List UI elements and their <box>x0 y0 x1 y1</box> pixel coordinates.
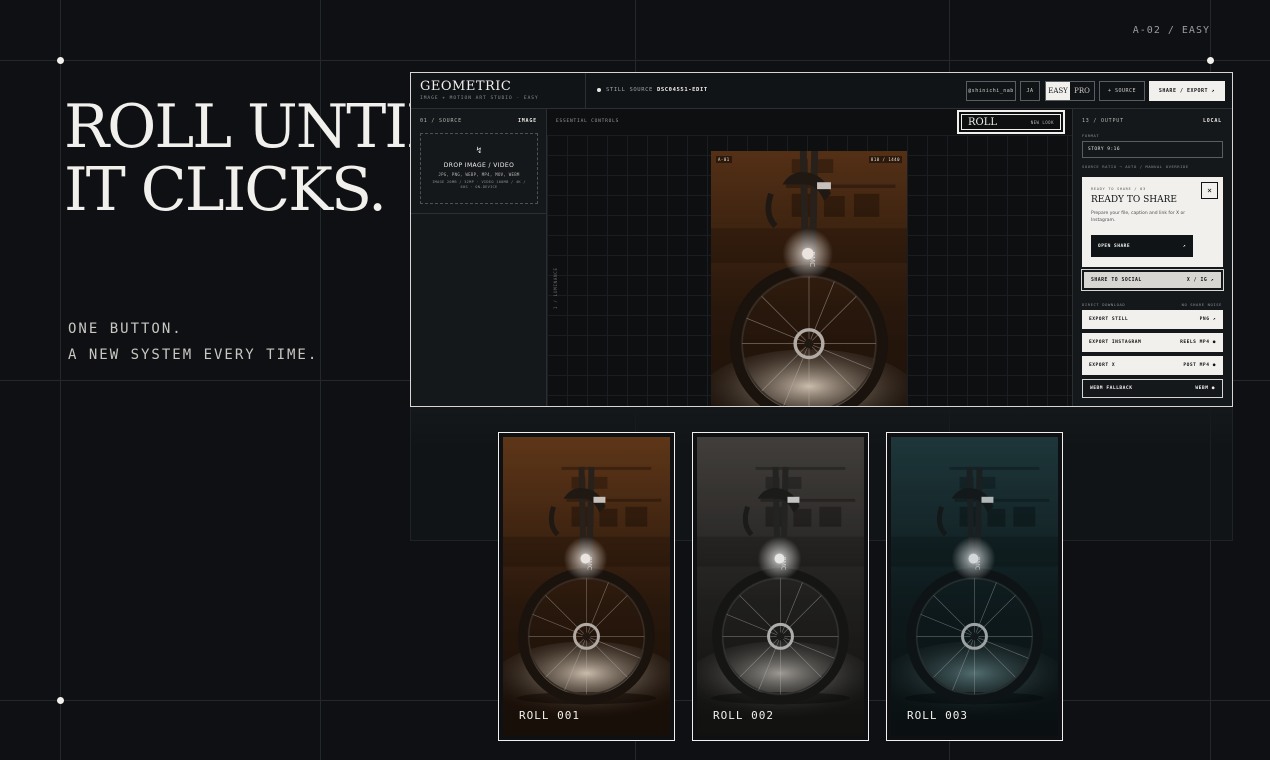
tagline-line-2: A NEW SYSTEM EVERY TIME. <box>68 347 319 363</box>
brand-subtitle: IMAGE + MOTION ART STUDIO · EASY <box>420 96 539 101</box>
export-label: WEBM FALLBACK <box>1090 386 1133 391</box>
ratio-note: SOURCE RATIO → AUTO / MANUAL OVERRIDE <box>1082 164 1189 169</box>
open-share-label: OPEN SHARE <box>1098 243 1131 249</box>
roll-button-label: ROLL <box>968 116 998 128</box>
roll-card-1[interactable]: BMC ROLL 001 <box>498 432 675 741</box>
controls-label: ESSENTIAL CONTROLS <box>556 119 620 124</box>
headline-line-1: ROLL UNTIL <box>64 92 446 162</box>
bike-photo: BMC <box>503 437 670 736</box>
roll-card-3[interactable]: BMC ROLL 003 <box>886 432 1063 741</box>
share-to-social-button[interactable]: SHARE TO SOCIAL X / IG ↗ <box>1082 270 1223 290</box>
export-instagram-button[interactable]: EXPORT INSTAGRAM REELS MP4 ● <box>1082 333 1223 352</box>
bike-photo: BMC <box>697 437 864 736</box>
preview-image[interactable]: BMC A-01 810 / 1440 <box>711 151 907 406</box>
direct-download-label: DIRECT DOWNLOAD <box>1082 302 1126 307</box>
preview-tag-left: A-01 <box>716 156 732 163</box>
preview-tag-right: 810 / 1440 <box>868 156 902 163</box>
export-value: WEBM ● <box>1195 386 1215 391</box>
luminance-axis-label: 1 / LUMINANCE <box>553 267 558 309</box>
source-status: STILL SOURCE DSC04551-EDIT <box>597 87 708 93</box>
roll-button[interactable]: ROLL NEW LOOK <box>957 110 1065 134</box>
bike-photo: BMC <box>891 437 1058 736</box>
open-share-button[interactable]: OPEN SHARE ↗ <box>1091 235 1193 257</box>
add-source-button[interactable]: + SOURCE <box>1099 81 1145 101</box>
export-value: PNG ↗ <box>1199 317 1216 322</box>
direct-download-note: NO SHARE NOISE <box>1181 302 1222 307</box>
headline-line-2: IT CLICKS. <box>64 155 387 225</box>
share-card: READY TO SHARE / 03 READY TO SHARE Prepa… <box>1082 177 1223 267</box>
share-social-targets: X / IG ↗ <box>1186 277 1214 283</box>
share-social-label: SHARE TO SOCIAL <box>1091 277 1142 283</box>
arrow-up-right-icon: ↗ <box>1182 243 1186 249</box>
brand: GEOMETRIC IMAGE + MOTION ART STUDIO · EA… <box>420 79 539 101</box>
roll-card-2[interactable]: BMC ROLL 002 <box>692 432 869 741</box>
grid-node <box>57 697 64 704</box>
brand-name: GEOMETRIC <box>420 79 512 94</box>
roll-image: BMC ROLL 003 <box>891 437 1058 736</box>
status-dot-icon <box>597 87 601 92</box>
format-label: FORMAT <box>1082 133 1100 138</box>
export-label: EXPORT STILL <box>1089 317 1129 322</box>
export-still-button[interactable]: EXPORT STILL PNG ↗ <box>1082 310 1223 329</box>
output-panel: 13 / OUTPUT LOCAL FORMAT STORY 9:16 SOUR… <box>1072 109 1232 406</box>
grid-node <box>1207 57 1214 64</box>
export-value: REELS MP4 ● <box>1180 340 1216 345</box>
share-card-description: Prepare your file, caption and link for … <box>1091 211 1186 223</box>
share-export-button[interactable]: SHARE / EXPORT ↗ <box>1149 81 1225 101</box>
roll-label: ROLL 001 <box>519 709 580 722</box>
output-panel-header: 13 / OUTPUT LOCAL <box>1082 118 1222 124</box>
source-file: DSC04551-EDIT <box>656 87 708 93</box>
tagline: ONE BUTTON. A NEW SYSTEM EVERY TIME. <box>68 316 318 368</box>
roll-image: BMC ROLL 001 <box>503 437 670 736</box>
output-panel-title: 13 / OUTPUT <box>1082 118 1124 124</box>
headline: ROLL UNTIL IT CLICKS. <box>64 92 446 225</box>
roll-label: ROLL 002 <box>713 709 774 722</box>
mode-pro[interactable]: PRO <box>1070 82 1094 100</box>
source-mode: IMAGE <box>517 118 537 124</box>
roll-image: BMC ROLL 002 <box>697 437 864 736</box>
export-label: EXPORT INSTAGRAM <box>1089 340 1142 345</box>
roll-label: ROLL 003 <box>907 709 968 722</box>
drop-zone-formats: JPG, PNG, WEBP, MP4, MOV, WEBM <box>438 172 520 177</box>
export-value: POST MP4 ● <box>1183 363 1216 368</box>
mode-toggle: EASY PRO <box>1045 81 1095 101</box>
share-card-title: READY TO SHARE <box>1091 195 1177 205</box>
webm-fallback-button[interactable]: WEBM FALLBACK WEBM ● <box>1082 379 1223 398</box>
output-mode: LOCAL <box>1202 118 1222 124</box>
source-label: STILL SOURCE <box>606 87 653 93</box>
drop-zone-limits: IMAGE 20MB / 32MP · VIDEO 100MB / 4K / 6… <box>432 180 526 189</box>
bike-photo: BMC <box>711 151 907 406</box>
roll-button-sub: NEW LOOK <box>1030 119 1054 125</box>
handle-button[interactable]: @shinichi_nab <box>966 81 1016 101</box>
panel-divider <box>411 213 546 214</box>
upload-icon: ↯ <box>476 146 482 156</box>
tagline-line-1: ONE BUTTON. <box>68 321 183 337</box>
mode-easy[interactable]: EASY <box>1046 82 1070 100</box>
canvas-area: ESSENTIAL CONTROLS ROLL NEW LOOK 1 / LUM… <box>547 109 1072 406</box>
source-panel-header: 01 / SOURCE IMAGE <box>420 118 537 124</box>
drop-zone[interactable]: ↯ DROP IMAGE / VIDEO JPG, PNG, WEBP, MP4… <box>420 133 538 204</box>
close-icon[interactable]: × <box>1201 182 1218 199</box>
share-card-kicker: READY TO SHARE / 03 <box>1091 186 1146 191</box>
grid-line <box>0 60 1270 61</box>
grid-node <box>57 57 64 64</box>
export-x-button[interactable]: EXPORT X POST MP4 ● <box>1082 356 1223 375</box>
header-divider <box>585 73 586 109</box>
language-button[interactable]: JA <box>1020 81 1040 101</box>
app-window: GEOMETRIC IMAGE + MOTION ART STUDIO · EA… <box>410 72 1233 407</box>
app-header: GEOMETRIC IMAGE + MOTION ART STUDIO · EA… <box>411 73 1232 109</box>
format-select[interactable]: STORY 9:16 <box>1082 141 1223 158</box>
drop-zone-title: DROP IMAGE / VIDEO <box>443 162 515 169</box>
corner-tag: A-02 / EASY <box>1132 25 1210 36</box>
source-panel-title: 01 / SOURCE <box>420 118 462 124</box>
export-label: EXPORT X <box>1089 363 1116 368</box>
source-panel: 01 / SOURCE IMAGE ↯ DROP IMAGE / VIDEO J… <box>411 109 547 406</box>
